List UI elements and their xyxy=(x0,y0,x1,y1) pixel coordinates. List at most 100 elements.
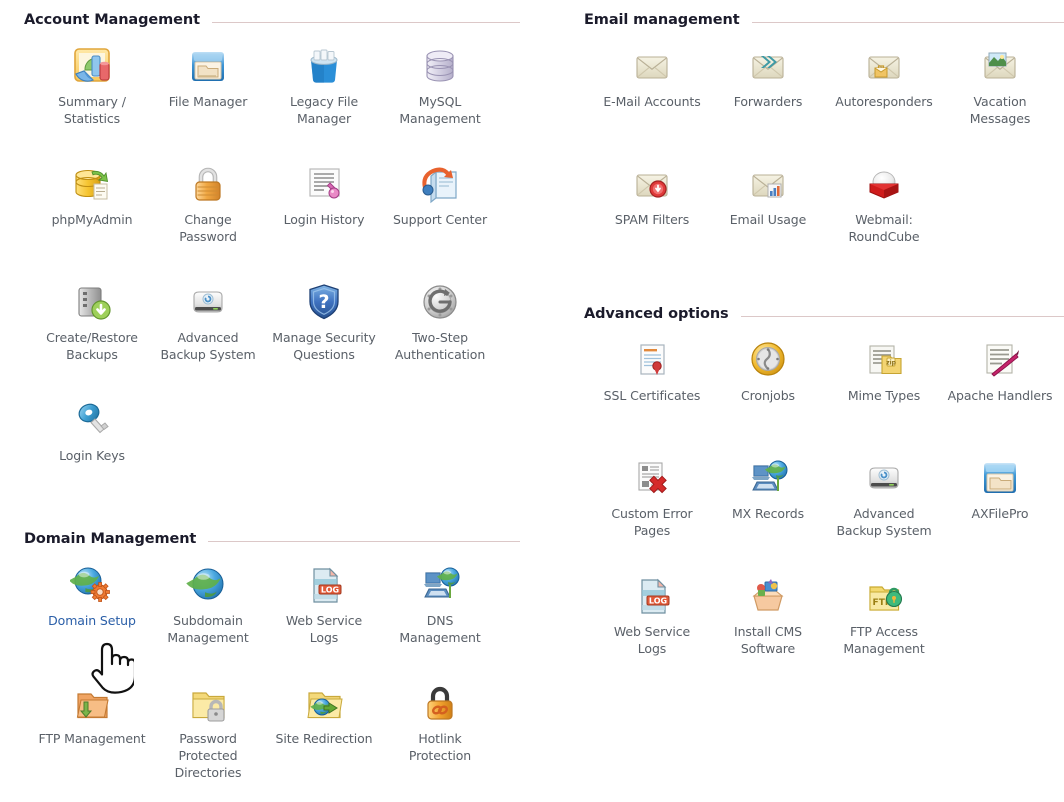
file-manager-icon xyxy=(150,42,266,88)
section-divider xyxy=(208,540,520,542)
backup-restore-icon xyxy=(34,278,150,324)
panel-item-label: Email Usage xyxy=(729,212,807,227)
panel-item-mx-records[interactable]: MX Records xyxy=(710,454,826,522)
panel-item-label: Install CMS Software xyxy=(734,624,802,656)
cronjobs-clock-icon xyxy=(710,336,826,382)
panel-item-locked-folder[interactable]: Password Protected Directories xyxy=(150,679,266,781)
section-header-domain-management: Domain Management xyxy=(0,531,532,547)
panel-item-ftp-access[interactable]: FTP FTP Access Management xyxy=(826,572,942,657)
panel-item-shield-question[interactable]: ? Manage Security Questions xyxy=(266,278,382,363)
padlock-icon xyxy=(150,160,266,206)
panel-item-email-usage[interactable]: Email Usage xyxy=(710,160,826,228)
panel-item-axfilepro[interactable]: AXFilePro xyxy=(942,454,1058,522)
shield-question-icon: ? xyxy=(266,278,382,324)
panel-item-summary-statistics[interactable]: Summary / Statistics xyxy=(34,42,150,127)
panel-item-custom-error-pages[interactable]: Custom Error Pages xyxy=(594,454,710,539)
section-divider xyxy=(211,21,520,23)
install-cms-icon xyxy=(710,572,826,618)
panel-item-login-history[interactable]: Login History xyxy=(266,160,382,228)
control-panel-page: Account Management Summary / Statistics Fi… xyxy=(0,0,1064,802)
forwarders-icon xyxy=(710,42,826,88)
email-usage-icon xyxy=(710,160,826,206)
panel-item-envelope[interactable]: E-Mail Accounts xyxy=(594,42,710,110)
panel-item-label: Advanced Backup System xyxy=(836,506,932,538)
panel-item-label: Hotlink Protection xyxy=(408,731,472,763)
panel-item-cronjobs-clock[interactable]: Cronjobs xyxy=(710,336,826,404)
subdomain-globe-icon xyxy=(150,561,266,607)
panel-item-site-redirection[interactable]: Site Redirection xyxy=(266,679,382,747)
panel-item-two-step-auth[interactable]: Two-Step Authentication xyxy=(382,278,498,363)
panel-item-web-service-logs[interactable]: LOG Web Service Logs xyxy=(594,572,710,657)
panel-item-install-cms[interactable]: Install CMS Software xyxy=(710,572,826,657)
vacation-message-icon xyxy=(942,42,1058,88)
svg-text:LOG: LOG xyxy=(321,586,339,595)
hotlink-protection-icon xyxy=(382,679,498,725)
envelope-icon xyxy=(594,42,710,88)
panel-item-label: Create/Restore Backups xyxy=(46,330,138,362)
panel-item-roundcube[interactable]: Webmail: RoundCube xyxy=(826,160,942,245)
panel-item-forwarders[interactable]: Forwarders xyxy=(710,42,826,110)
section-divider xyxy=(740,315,1064,317)
panel-item-subdomain-globe[interactable]: Subdomain Management xyxy=(150,561,266,646)
panel-item-label: Web Service Logs xyxy=(285,613,363,645)
panel-item-label: FTP Management xyxy=(38,731,146,746)
panel-item-file-manager[interactable]: File Manager xyxy=(150,42,266,110)
panel-item-label: Legacy File Manager xyxy=(289,94,359,126)
panel-item-label: MySQL Management xyxy=(399,94,481,126)
panel-item-dns-management[interactable]: DNS Management xyxy=(382,561,498,646)
panel-item-mysql-database[interactable]: MySQL Management xyxy=(382,42,498,127)
panel-item-backup-restore[interactable]: Create/Restore Backups xyxy=(34,278,150,363)
ftp-access-icon: FTP xyxy=(826,572,942,618)
web-service-logs-icon: LOG xyxy=(594,572,710,618)
panel-item-label: Apache Handlers xyxy=(947,388,1053,403)
roundcube-icon xyxy=(826,160,942,206)
panel-item-label: Cronjobs xyxy=(741,388,795,403)
icon-grid-email-management: E-Mail Accounts Forwarders Autoresponders V… xyxy=(560,42,1064,250)
custom-error-pages-icon xyxy=(594,454,710,500)
section-title: Account Management xyxy=(24,12,200,28)
panel-item-autoresponder[interactable]: Autoresponders xyxy=(826,42,942,110)
panel-item-hotlink-protection[interactable]: Hotlink Protection xyxy=(382,679,498,764)
panel-item-label: Change Password xyxy=(179,212,237,244)
ssl-certificate-icon xyxy=(594,336,710,382)
panel-item-apache-handlers[interactable]: Apache Handlers xyxy=(942,336,1058,404)
panel-item-support-center[interactable]: Support Center xyxy=(382,160,498,228)
autoresponder-icon xyxy=(826,42,942,88)
spam-filter-icon xyxy=(594,160,710,206)
panel-item-login-key[interactable]: Login Keys xyxy=(34,396,150,464)
panel-item-legacy-file-manager[interactable]: Legacy File Manager xyxy=(266,42,382,127)
panel-item-web-service-logs[interactable]: LOG Web Service Logs xyxy=(266,561,382,646)
panel-item-label: Webmail: RoundCube xyxy=(848,212,920,244)
panel-item-spam-filter[interactable]: SPAM Filters xyxy=(594,160,710,228)
panel-item-label: Vacation Messages xyxy=(969,94,1031,126)
panel-item-ssl-certificate[interactable]: SSL Certificates xyxy=(594,336,710,404)
panel-item-padlock[interactable]: Change Password xyxy=(150,160,266,245)
ftp-folder-icon xyxy=(34,679,150,725)
panel-item-hard-drive[interactable]: Advanced Backup System xyxy=(150,278,266,363)
panel-item-vacation-message[interactable]: Vacation Messages xyxy=(942,42,1058,127)
icon-grid-domain-management: Domain Setup Subdomain Management LOG Web S… xyxy=(0,561,532,780)
section-header-account-management: Account Management xyxy=(0,12,532,28)
panel-item-hard-drive[interactable]: Advanced Backup System xyxy=(826,454,942,539)
panel-item-domain-setup[interactable]: Domain Setup xyxy=(34,561,150,629)
section-header-email-management: Email management xyxy=(560,12,1064,28)
icon-grid-account-management: Summary / Statistics File Manager Legacy F… xyxy=(0,42,532,486)
panel-item-phpmyadmin[interactable]: phpMyAdmin xyxy=(34,160,150,228)
mime-types-icon: zip xyxy=(826,336,942,382)
summary-statistics-icon xyxy=(34,42,150,88)
panel-item-label: DNS Management xyxy=(399,613,481,645)
panel-item-ftp-folder[interactable]: FTP Management xyxy=(34,679,150,747)
panel-item-label: Custom Error Pages xyxy=(611,506,693,538)
panel-item-mime-types[interactable]: zip Mime Types xyxy=(826,336,942,404)
panel-item-label: AXFilePro xyxy=(971,506,1029,521)
panel-item-label: File Manager xyxy=(168,94,248,109)
svg-text:?: ? xyxy=(318,291,329,313)
dns-management-icon xyxy=(382,561,498,607)
panel-item-label: MX Records xyxy=(731,506,805,521)
mx-records-icon xyxy=(710,454,826,500)
section-domain-management: Domain Management Domain Setup Subdomain M… xyxy=(0,531,532,780)
panel-item-label: Domain Setup xyxy=(48,613,136,628)
section-email-management: Email management E-Mail Accounts Forwarder… xyxy=(560,12,1064,250)
section-account-management: Account Management Summary / Statistics Fi… xyxy=(0,12,532,486)
hard-drive-icon xyxy=(826,454,942,500)
